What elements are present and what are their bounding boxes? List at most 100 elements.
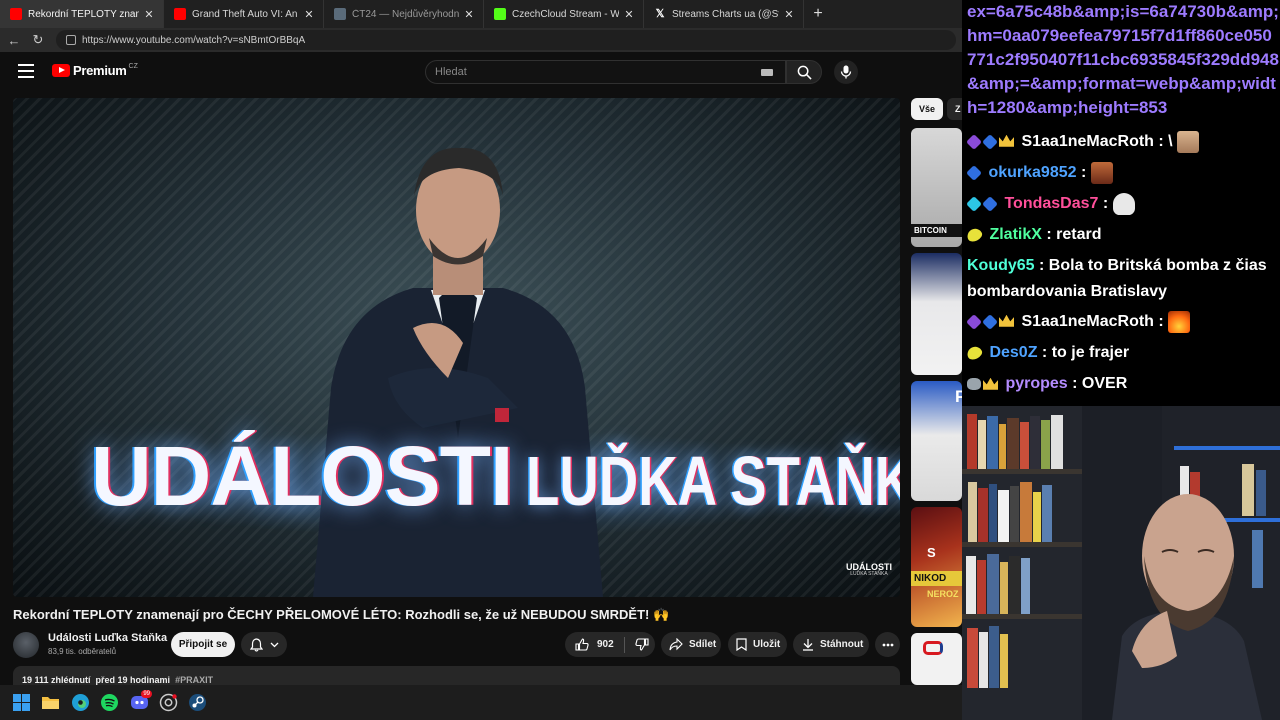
site-info-icon[interactable] bbox=[66, 35, 76, 45]
close-tab-icon[interactable]: ✕ bbox=[623, 8, 635, 21]
chat-username: S1aa1neMacRoth bbox=[1021, 133, 1154, 150]
tab-youtube-video[interactable]: Rekordní TEPLOTY znamenají ✕ bbox=[0, 0, 164, 28]
notifications-button[interactable] bbox=[241, 632, 287, 657]
face-emote-icon bbox=[1090, 161, 1113, 184]
bookmark-icon bbox=[736, 638, 747, 651]
hashtag-link[interactable]: #PRAXIT bbox=[175, 675, 213, 685]
youtube-favicon-icon bbox=[10, 8, 22, 20]
chip-second[interactable]: Z bbox=[947, 98, 962, 120]
microphone-icon bbox=[840, 65, 852, 79]
logo-text: Premium bbox=[73, 63, 127, 78]
brand-word-udalosti: UDÁLOSTI bbox=[91, 429, 513, 523]
tab-title: Grand Theft Auto VI: An Extended bbox=[192, 8, 299, 20]
crown-badge-icon bbox=[999, 134, 1014, 147]
related-video-thumbnail[interactable]: P bbox=[911, 381, 962, 501]
share-label: Sdílet bbox=[689, 639, 717, 650]
sub-gem-icon bbox=[982, 133, 998, 150]
close-tab-icon[interactable]: ✕ bbox=[463, 8, 475, 21]
voice-search-button[interactable] bbox=[834, 60, 858, 84]
sub-gem-icon bbox=[966, 164, 982, 181]
video-player[interactable]: UDÁLOSTILUĎKA STAŇKA UDÁLOSTI LUĎKA STAŇ… bbox=[13, 98, 900, 597]
spotify-icon[interactable] bbox=[100, 693, 119, 712]
logo-region: CZ bbox=[128, 63, 138, 70]
close-tab-icon[interactable]: ✕ bbox=[303, 8, 315, 21]
download-button[interactable]: Stáhnout bbox=[793, 632, 869, 657]
channel-name[interactable]: Události Luďka Staňka bbox=[48, 632, 167, 644]
webcam-scene bbox=[962, 406, 1280, 720]
sub-gem-icon bbox=[982, 313, 998, 330]
windows-taskbar: 99 bbox=[0, 685, 962, 720]
crown-badge-icon bbox=[999, 314, 1014, 327]
chip-all[interactable]: Vše bbox=[911, 98, 943, 120]
dislike-button[interactable] bbox=[625, 632, 649, 657]
reload-icon[interactable]: ↻ bbox=[26, 32, 50, 48]
search-placeholder: Hledat bbox=[435, 66, 467, 78]
chat-username: Koudy65 bbox=[967, 257, 1035, 274]
search-input[interactable]: Hledat bbox=[425, 60, 786, 84]
thumbs-up-icon bbox=[575, 638, 589, 651]
discord-notification-badge: 99 bbox=[141, 690, 152, 698]
file-explorer-icon[interactable] bbox=[41, 693, 60, 712]
chrome-icon[interactable] bbox=[159, 693, 178, 712]
save-label: Uložit bbox=[753, 639, 781, 650]
chat-message: pyropes : OVER bbox=[967, 371, 1279, 397]
menu-icon[interactable] bbox=[18, 64, 34, 78]
windows-icon[interactable] bbox=[12, 693, 31, 712]
save-button[interactable]: Uložit bbox=[728, 632, 787, 657]
watermark-sub: LUĎKA STAŇKA bbox=[850, 571, 888, 577]
presenter-figure bbox=[313, 147, 603, 597]
description-meta: 19 111 zhlédnutí před 19 hodinami #PRAXI… bbox=[22, 675, 213, 685]
thumbnail-text: NEROZ bbox=[927, 589, 959, 599]
chat-username: TondasDas7 bbox=[1004, 195, 1099, 212]
tab-gta-video[interactable]: Grand Theft Auto VI: An Extended ✕ bbox=[164, 0, 324, 28]
screen: Rekordní TEPLOTY znamenají ✕ Grand Theft… bbox=[0, 0, 1280, 720]
close-tab-icon[interactable]: ✕ bbox=[143, 8, 155, 21]
channel-watermark: UDÁLOSTI LUĎKA STAŇKA bbox=[846, 563, 892, 577]
like-dislike-group: 902 bbox=[565, 632, 655, 657]
chat-username: pyropes bbox=[1005, 375, 1068, 392]
user-badges bbox=[966, 164, 982, 181]
channel-brand-title: UDÁLOSTILUĎKA STAŇKA bbox=[91, 428, 900, 525]
thumbnail-text: S bbox=[927, 545, 936, 560]
subscriber-count: 83,9 tis. odběratelů bbox=[48, 647, 117, 656]
chat-message: Koudy65 : Bola to Britská bomba z čias b… bbox=[967, 257, 1267, 300]
streamer-webcam bbox=[962, 406, 1280, 720]
related-video-thumbnail[interactable] bbox=[911, 253, 962, 375]
keyboard-icon[interactable] bbox=[761, 69, 773, 76]
discord-icon[interactable]: 99 bbox=[130, 690, 152, 712]
tab-title: Rekordní TEPLOTY znamenají bbox=[28, 8, 139, 20]
tab-streams-charts[interactable]: 𝕏 Streams Charts ua (@StreamsChar ✕ bbox=[644, 0, 804, 28]
more-actions-button[interactable] bbox=[875, 632, 900, 657]
chat-message: Des0Z : to je frajer bbox=[965, 340, 1279, 366]
related-video-thumbnail[interactable]: S NIKOD NEROZ bbox=[911, 507, 962, 627]
back-arrow-icon[interactable]: ← bbox=[2, 33, 26, 48]
youtube-header: Premium CZ Hledat bbox=[0, 52, 962, 92]
join-button[interactable]: Připojit se bbox=[171, 632, 235, 657]
search-button[interactable] bbox=[786, 60, 822, 84]
crown-badge-icon bbox=[983, 377, 998, 390]
tab-ct24[interactable]: ČT24 — Nejdůvěryhodnější zpravo ✕ bbox=[324, 0, 484, 28]
stone-badge-icon bbox=[967, 377, 981, 390]
description-box[interactable]: 19 111 zhlédnutí před 19 hodinami #PRAXI… bbox=[13, 666, 900, 685]
tab-title: CzechCloud Stream - Watch Live o bbox=[512, 8, 619, 20]
edge-icon[interactable] bbox=[71, 693, 90, 712]
related-video-thumbnail[interactable] bbox=[911, 633, 962, 685]
thumbnail-text: P bbox=[955, 387, 962, 406]
browser-tab-bar: Rekordní TEPLOTY znamenají ✕ Grand Theft… bbox=[0, 0, 962, 28]
url-field[interactable]: https://www.youtube.com/watch?v=sNBmtOrB… bbox=[56, 30, 956, 50]
like-button[interactable]: 902 bbox=[565, 632, 624, 657]
share-button[interactable]: Sdílet bbox=[661, 632, 721, 657]
bell-icon bbox=[249, 637, 263, 652]
user-badges bbox=[966, 195, 998, 212]
new-tab-icon[interactable]: + bbox=[804, 5, 832, 23]
channel-avatar[interactable] bbox=[13, 632, 39, 658]
chat-username: S1aa1neMacRoth bbox=[1021, 313, 1154, 330]
related-video-thumbnail[interactable]: BITCOIN bbox=[911, 128, 962, 247]
brand-word-ludka-stanka: LUĎKA STAŇKA bbox=[526, 442, 900, 520]
steam-icon[interactable] bbox=[188, 693, 207, 712]
close-tab-icon[interactable]: ✕ bbox=[783, 8, 795, 21]
tab-czechcloud[interactable]: CzechCloud Stream - Watch Live o ✕ bbox=[484, 0, 644, 28]
youtube-logo[interactable]: Premium CZ bbox=[52, 63, 138, 78]
ct-logo-icon bbox=[923, 641, 943, 655]
view-count: 19 111 zhlédnutí bbox=[22, 675, 91, 685]
